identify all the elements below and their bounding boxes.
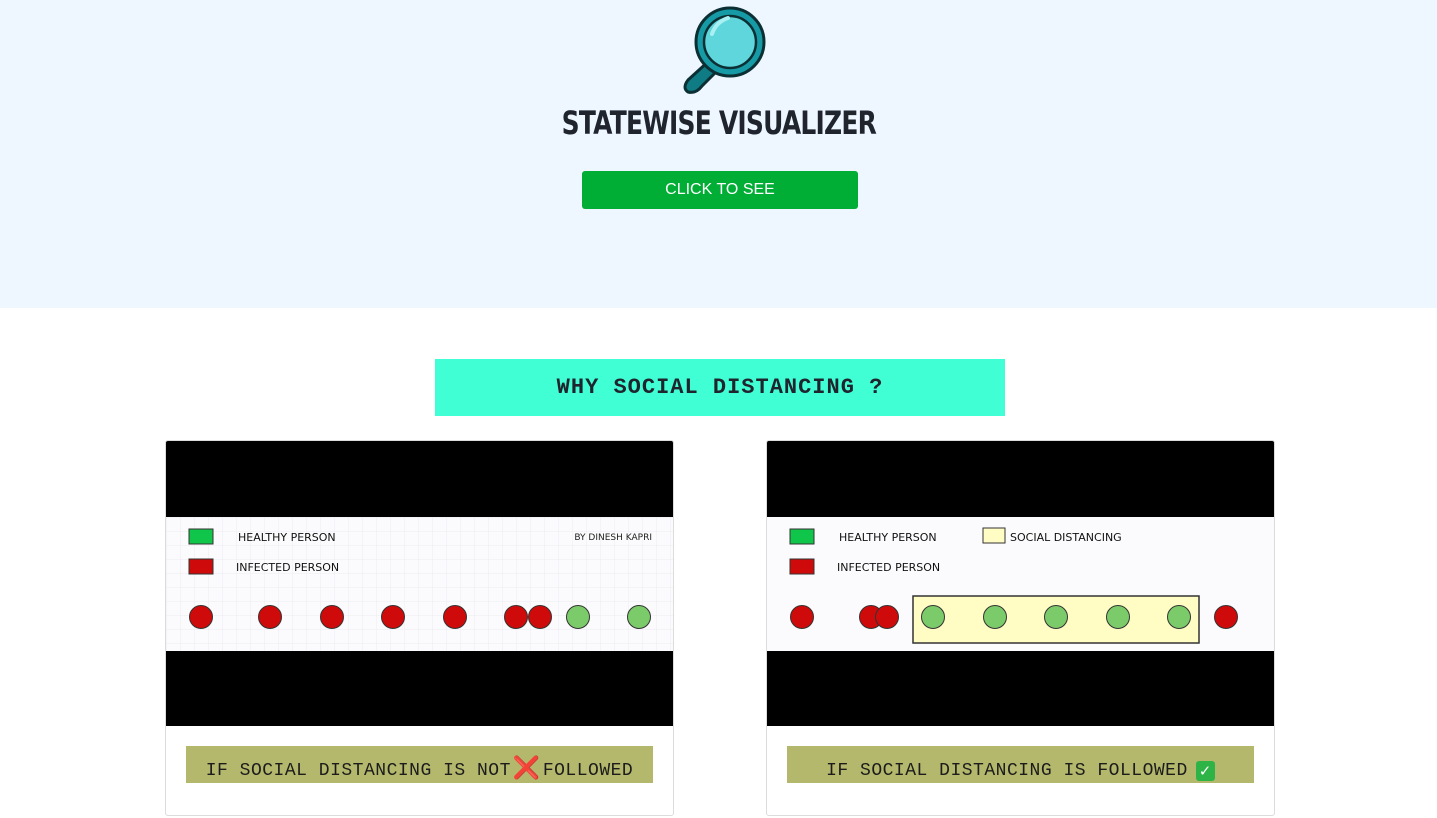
infected-person xyxy=(443,605,467,629)
infected-person xyxy=(528,605,552,629)
legend-infected-label: INFECTED PERSON xyxy=(837,561,940,574)
cross-mark-icon: ❌ xyxy=(512,756,541,781)
infected-person xyxy=(1214,605,1238,629)
legend-healthy-label: HEALTHY PERSON xyxy=(839,531,937,544)
simulation-image: HEALTHY PERSON BY DINESH KAPRI INFECTED … xyxy=(166,517,673,651)
simulation-image: HEALTHY PERSON SOCIAL DISTANCING INFECTE… xyxy=(767,517,1274,651)
click-to-see-button[interactable]: CLICK TO SEE xyxy=(582,171,858,209)
legend-healthy-swatch xyxy=(188,528,214,545)
caption-followed: IF SOCIAL DISTANCING IS FOLLOWED ✓ xyxy=(787,746,1254,783)
caption-text: IF SOCIAL DISTANCING IS FOLLOWED xyxy=(826,761,1188,781)
infected-person xyxy=(875,605,899,629)
page-title: STATEWISE VISUALIZER xyxy=(561,104,877,142)
healthy-person xyxy=(1106,605,1130,629)
card-not-followed: HEALTHY PERSON BY DINESH KAPRI INFECTED … xyxy=(165,440,674,816)
check-mark-icon: ✓ xyxy=(1195,761,1215,781)
card-followed: HEALTHY PERSON SOCIAL DISTANCING INFECTE… xyxy=(766,440,1275,816)
healthy-person xyxy=(566,605,590,629)
legend-infected-swatch xyxy=(188,558,214,575)
infected-person xyxy=(320,605,344,629)
infected-person xyxy=(790,605,814,629)
legend-distancing-label: SOCIAL DISTANCING xyxy=(1010,531,1122,544)
hero-section: STATEWISE VISUALIZER CLICK TO SEE xyxy=(0,0,1437,308)
healthy-person xyxy=(627,605,651,629)
caption-not-followed: IF SOCIAL DISTANCING IS NOT ❌ FOLLOWED xyxy=(186,746,653,783)
healthy-person xyxy=(1044,605,1068,629)
section-heading: WHY SOCIAL DISTANCING ? xyxy=(435,359,1005,416)
infected-person xyxy=(189,605,213,629)
legend-healthy-label: HEALTHY PERSON xyxy=(238,531,336,544)
credit-label: BY DINESH KAPRI xyxy=(574,533,652,543)
infected-person xyxy=(258,605,282,629)
caption-text: IF SOCIAL DISTANCING IS NOT xyxy=(205,761,511,781)
simulation-frame: HEALTHY PERSON BY DINESH KAPRI INFECTED … xyxy=(166,441,673,726)
simulation-frame: HEALTHY PERSON SOCIAL DISTANCING INFECTE… xyxy=(767,441,1274,726)
legend-healthy-swatch xyxy=(789,528,815,545)
infected-person xyxy=(381,605,405,629)
infected-person xyxy=(504,605,528,629)
healthy-person xyxy=(1167,605,1191,629)
magnifier-icon xyxy=(683,6,766,94)
legend-infected-label: INFECTED PERSON xyxy=(236,561,339,574)
legend-infected-swatch xyxy=(789,558,815,575)
healthy-person xyxy=(983,605,1007,629)
legend-distancing-swatch xyxy=(982,527,1006,544)
healthy-person xyxy=(921,605,945,629)
caption-tail: FOLLOWED xyxy=(542,761,634,781)
